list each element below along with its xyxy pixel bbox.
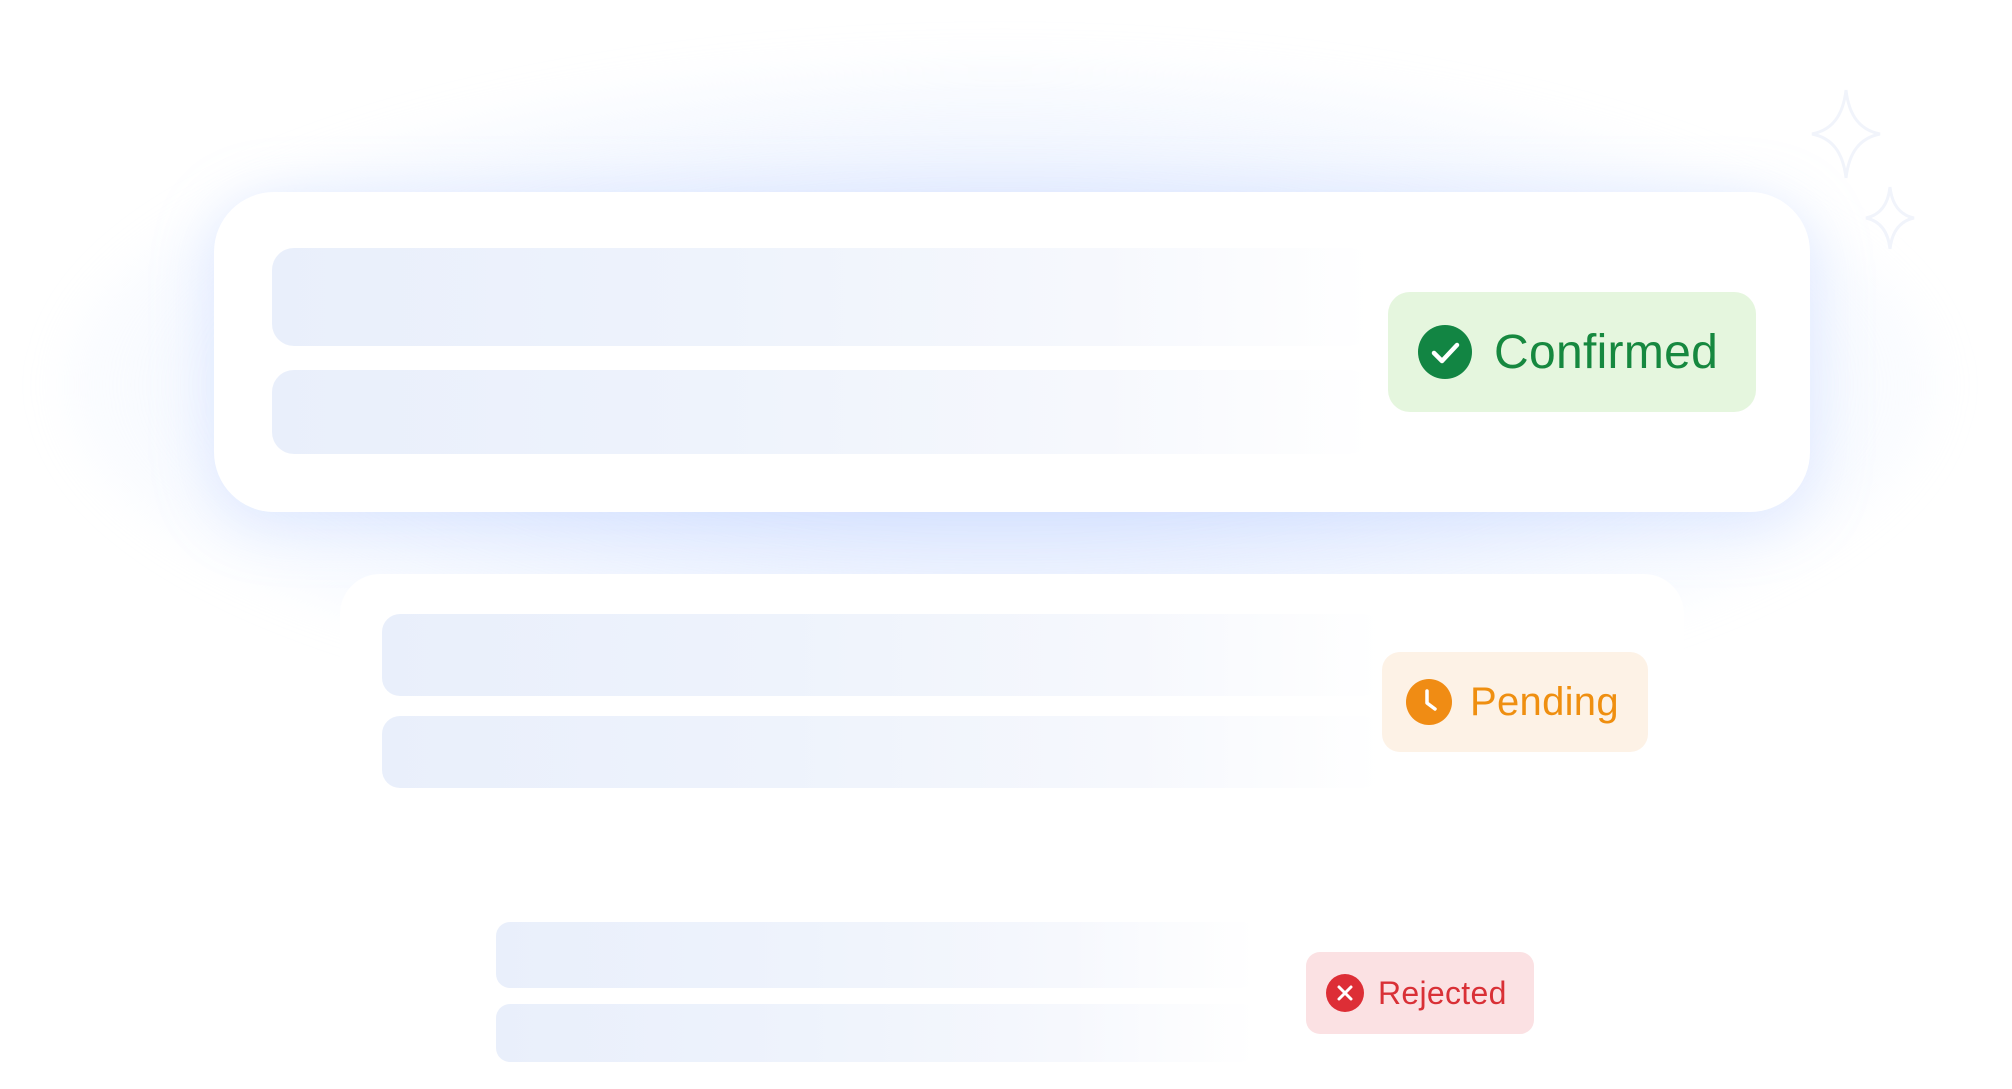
status-badge-confirmed: Confirmed	[1388, 292, 1756, 412]
status-label: Confirmed	[1494, 325, 1719, 379]
placeholder-line	[382, 716, 1382, 788]
status-badge-pending: Pending	[1382, 652, 1648, 752]
placeholder-line	[496, 1004, 1256, 1062]
placeholder-line	[272, 370, 1372, 454]
check-circle-icon	[1418, 325, 1472, 379]
status-label: Pending	[1470, 679, 1619, 724]
x-circle-icon	[1326, 974, 1364, 1012]
sparkle-icon	[1865, 186, 1915, 250]
status-label: Rejected	[1378, 974, 1507, 1011]
clock-icon	[1406, 679, 1452, 725]
sparkle-icon	[1811, 89, 1881, 179]
placeholder-line	[272, 248, 1372, 346]
placeholder-line	[496, 922, 1256, 988]
status-badge-rejected: Rejected	[1306, 952, 1534, 1034]
placeholder-line	[382, 614, 1382, 696]
